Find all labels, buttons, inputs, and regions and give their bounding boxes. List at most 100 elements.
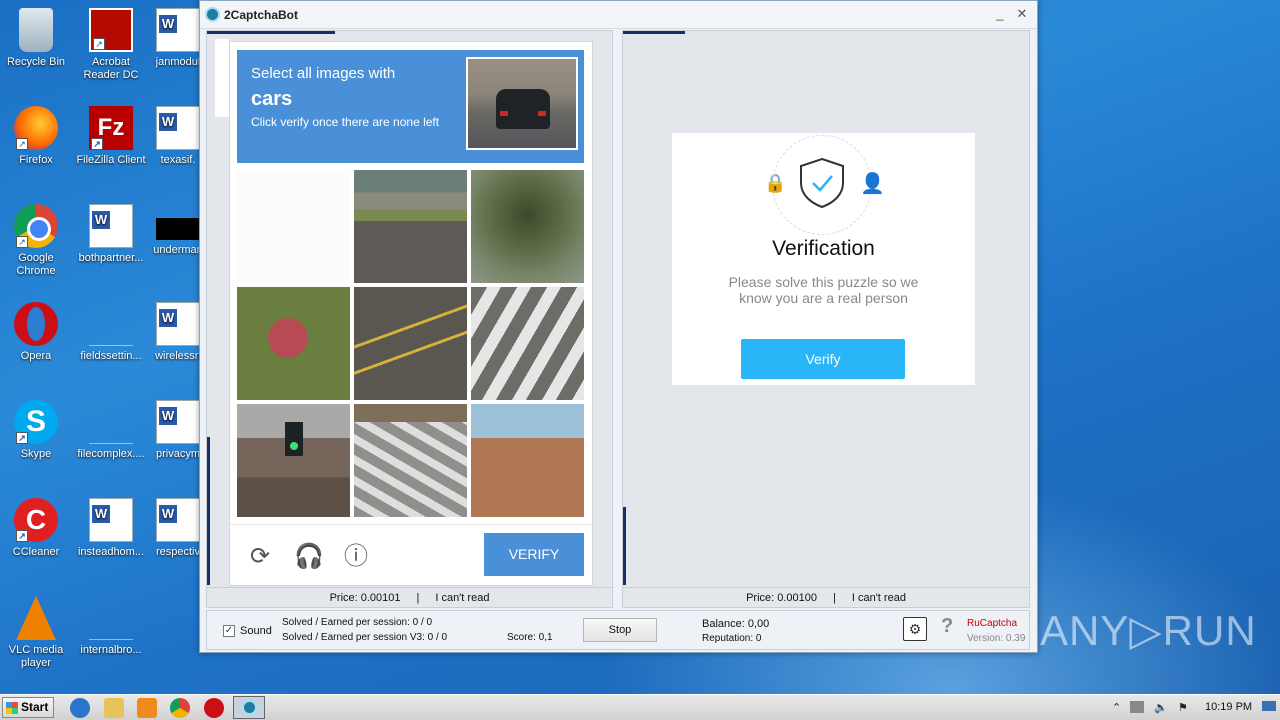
left-price: Price: 0.00101 (329, 591, 401, 604)
verification-title: Verification (772, 237, 875, 260)
start-button[interactable]: Start (2, 697, 54, 718)
desktop-icon-label: Google Chrome (16, 252, 56, 277)
taskbar-2captchabot[interactable] (233, 696, 265, 719)
desktop-icon-label: FileZilla Client (76, 154, 146, 166)
explorer-icon[interactable] (104, 698, 124, 718)
right-footer: Price: 0.00100 | I can't read (623, 587, 1029, 607)
desktop-icon-ccleaner[interactable]: C ↗ CCleaner (0, 498, 72, 559)
desktop-icon-label: internalbro... (80, 644, 142, 656)
desktop-icon-opera[interactable]: Opera (0, 302, 72, 363)
desktop-icon-filecomplex[interactable]: filecomplex.... (75, 400, 147, 461)
verify-button[interactable]: Verify (741, 339, 905, 379)
captcha-tile-9[interactable] (471, 404, 584, 517)
right-scroll-indicator (623, 507, 626, 585)
chrome-icon: ↗ (14, 204, 58, 248)
title-bar[interactable]: 2CaptchaBot _ ✕ (200, 1, 1037, 29)
separator: | (833, 591, 836, 604)
settings-icon[interactable]: ⚙ (903, 617, 927, 641)
desktop-icon-label: Firefox (19, 154, 53, 166)
desktop-icon-acrobat[interactable]: ↗ Acrobat Reader DC (75, 8, 147, 82)
app-window: 2CaptchaBot _ ✕ Select all images with c… (199, 0, 1038, 653)
desktop-icon-recycle-bin[interactable]: Recycle Bin (0, 8, 72, 69)
left-footer: Price: 0.00101 | I can't read (207, 587, 612, 607)
desktop-icon-label: insteadhom... (77, 546, 145, 558)
captcha-keyword: cars (251, 88, 293, 110)
solved-earned-v3: Solved / Earned per session V3: 0 / 0 (282, 632, 448, 643)
left-scroll-indicator (207, 437, 210, 585)
minimize-button[interactable]: _ (991, 6, 1009, 22)
right-cant-read-link[interactable]: I can't read (852, 592, 906, 604)
captcha-tile-3[interactable] (471, 170, 584, 283)
lock-icon: 🔒 (764, 173, 787, 193)
captcha-header: Select all images with cars Click verify… (237, 50, 584, 163)
word-document-icon (89, 498, 133, 542)
app-logo-icon (205, 7, 220, 22)
chrome-taskbar-icon[interactable] (170, 698, 190, 718)
desktop-icon-label: Acrobat Reader DC (83, 56, 139, 81)
captcha-tile-4[interactable] (237, 287, 350, 400)
network-icon[interactable] (1130, 701, 1144, 713)
blank-file-icon (89, 400, 133, 444)
captcha-tile-6[interactable] (471, 287, 584, 400)
word-document-icon (156, 8, 200, 52)
captcha-instruction: Select all images with (251, 65, 396, 82)
left-progress-bar (207, 31, 335, 34)
app-logo-icon (242, 700, 257, 715)
solved-earned: Solved / Earned per session: 0 / 0 (282, 617, 433, 628)
desktop-icon-skype[interactable]: S ↗ Skype (0, 400, 72, 461)
reload-icon[interactable]: ⟳ (246, 543, 274, 571)
tray-expand-icon[interactable]: ⌃ (1112, 701, 1121, 714)
help-icon[interactable]: ? (941, 615, 953, 638)
left-cant-read-link[interactable]: I can't read (435, 592, 489, 604)
desktop-icon-label: filecomplex.... (77, 448, 145, 460)
left-side-panel (215, 39, 229, 117)
opera-icon (14, 302, 58, 346)
ccleaner-icon: C ↗ (14, 498, 58, 542)
word-document-icon (89, 204, 133, 248)
clock[interactable]: 10:19 PM (1205, 701, 1252, 713)
desktop-icon-chrome[interactable]: ↗ Google Chrome (0, 204, 72, 278)
acrobat-icon: ↗ (89, 8, 133, 52)
close-button[interactable]: ✕ (1013, 6, 1031, 22)
captcha-tile-8[interactable] (354, 404, 467, 517)
captcha-tile-1[interactable] (237, 170, 350, 283)
verification-card: 🔒 👤 Verification Please solve this puzzl… (672, 133, 975, 385)
sound-label: Sound (240, 625, 272, 637)
sound-checkbox[interactable]: ✓ (223, 625, 235, 637)
desktop-icon-label: bothpartner... (78, 252, 144, 264)
desktop-icon-bothpartner[interactable]: bothpartner... (75, 204, 147, 265)
volume-icon[interactable]: 🔈 (1154, 701, 1168, 714)
separator: | (416, 591, 420, 604)
blank-file-icon (89, 596, 133, 640)
audio-icon[interactable]: 🎧 (294, 543, 324, 571)
desktop-icon-firefox[interactable]: ↗ Firefox (0, 106, 72, 167)
word-document-icon (156, 302, 200, 346)
captcha-tile-2[interactable] (354, 170, 467, 283)
version-label: Version: 0.39 (967, 633, 1026, 644)
captcha-footer: ⟳ 🎧 ⓘ VERIFY (230, 524, 592, 585)
desktop-icon-fieldssettin[interactable]: fieldssettin... (75, 302, 147, 363)
verification-description: Please solve this puzzle so we know you … (728, 274, 919, 306)
desktop-icon-label: CCleaner (12, 546, 60, 558)
captcha-tile-5[interactable] (354, 287, 467, 400)
desktop-icon-internalbro[interactable]: internalbro... (75, 596, 147, 657)
captcha-verify-button[interactable]: VERIFY (484, 533, 584, 576)
ie-icon[interactable] (70, 698, 90, 718)
show-desktop-icon[interactable] (1262, 701, 1276, 711)
media-player-icon[interactable] (137, 698, 157, 718)
shield-check-icon (800, 157, 844, 209)
info-icon[interactable]: ⓘ (342, 543, 370, 571)
desktop-icon-vlc[interactable]: VLC media player (0, 596, 72, 670)
desktop-icon-filezilla[interactable]: Fz ↗ FileZilla Client (75, 106, 147, 167)
desktop-icon-insteadhom[interactable]: insteadhom... (75, 498, 147, 559)
service-name[interactable]: RuCaptcha (967, 618, 1017, 629)
flag-icon[interactable]: ⚑ (1178, 701, 1188, 714)
right-price: Price: 0.00100 (746, 591, 817, 604)
captcha-widget: Select all images with cars Click verify… (229, 41, 593, 586)
skype-icon: S ↗ (14, 400, 58, 444)
opera-taskbar-icon[interactable] (204, 698, 224, 718)
captcha-tile-7[interactable] (237, 404, 350, 517)
status-bar: ✓ Sound Solved / Earned per session: 0 /… (206, 610, 1030, 650)
captcha-hint: Click verify once there are none left (251, 115, 440, 129)
stop-button[interactable]: Stop (583, 618, 657, 642)
